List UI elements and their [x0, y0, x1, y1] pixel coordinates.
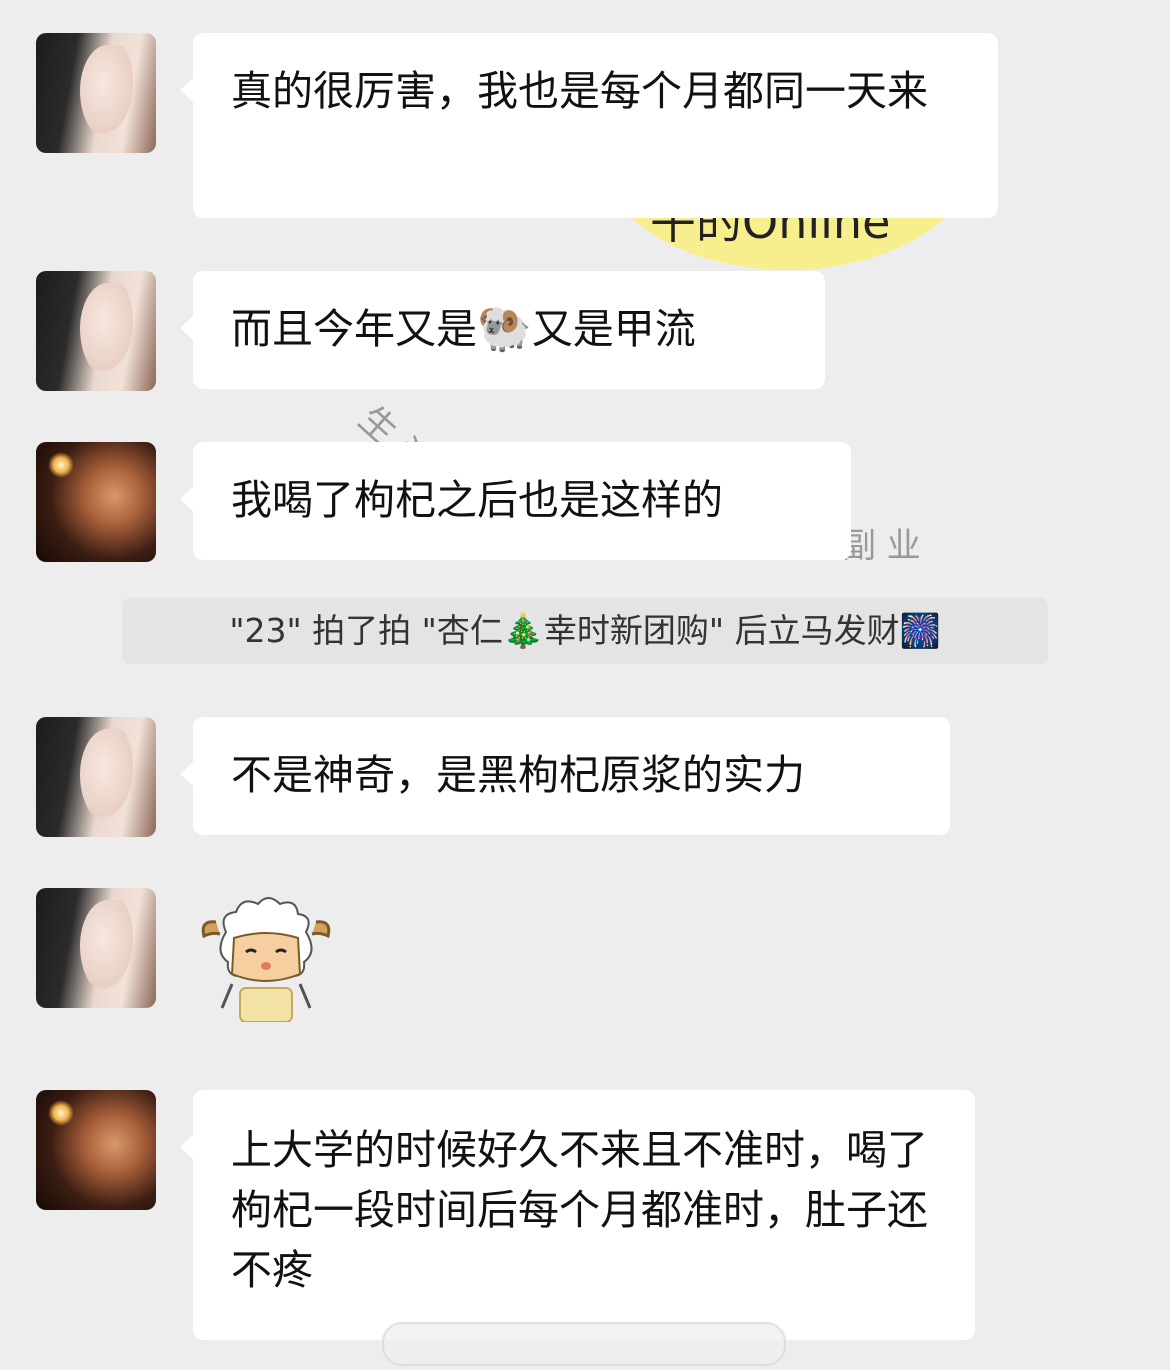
scroll-indicator[interactable] [382, 1322, 786, 1366]
avatar[interactable] [36, 888, 156, 1008]
message-text: 上大学的时候好久不来且不准时，喝了枸杞一段时间后每个月都准时，肚子还不疼 [231, 1126, 928, 1294]
avatar[interactable] [36, 1090, 156, 1210]
watermark-text-2: 副 业 [842, 526, 921, 566]
avatar[interactable] [36, 33, 156, 153]
christmas-tree-icon: 🎄 [502, 611, 544, 650]
avatar[interactable] [36, 717, 156, 837]
message-text: 我喝了枸杞之后也是这样的 [231, 476, 723, 524]
avatar[interactable] [36, 442, 156, 562]
firework-icon: 🎆 [899, 611, 941, 650]
message-bubble[interactable]: 上大学的时候好久不来且不准时，喝了枸杞一段时间后每个月都准时，肚子还不疼 [180, 1090, 975, 1340]
message-bubble[interactable]: 不是神奇，是黑枸杞原浆的实力 [180, 717, 950, 835]
pat-notice-text: "23" 拍了拍 "杏仁 [229, 611, 503, 650]
message-text: 又是甲流 [531, 305, 696, 353]
message-text: 真的很厉害，我也是每个月都同一天来 [231, 67, 928, 115]
message-bubble[interactable]: 我喝了枸杞之后也是这样的 [180, 442, 851, 560]
pat-notice-text: 幸时新团购" 后立马发财 [543, 611, 900, 650]
avatar[interactable] [36, 271, 156, 391]
message-text: 不是神奇，是黑枸杞原浆的实力 [231, 751, 805, 799]
message-bubble[interactable]: 而且今年又是🐏又是甲流 [180, 271, 825, 389]
pat-notice: "23" 拍了拍 "杏仁🎄幸时新团购" 后立马发财🎆 [122, 598, 1048, 664]
message-text: 而且今年又是 [231, 305, 477, 353]
sheep-icon: 🐏 [477, 303, 532, 354]
message-bubble[interactable]: 真的很厉害，我也是每个月都同一天来 [180, 33, 998, 218]
pleasant-goat-sticker[interactable] [196, 892, 336, 1022]
